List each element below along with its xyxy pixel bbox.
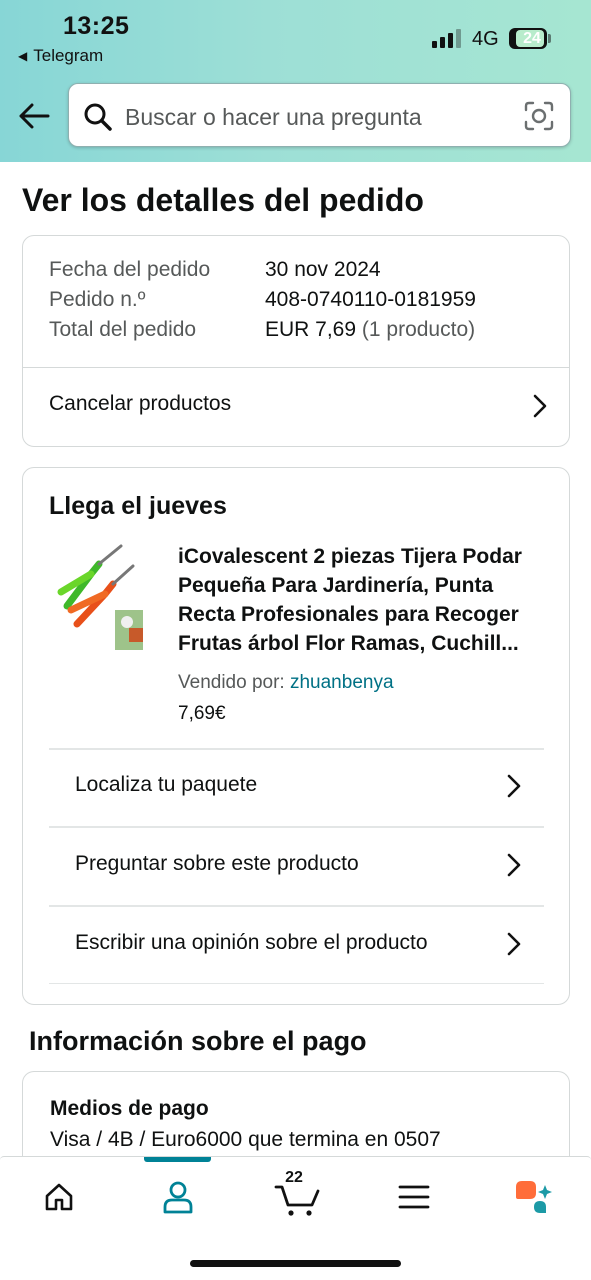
battery-tip: [548, 34, 551, 43]
chevron-right-icon: [507, 932, 521, 956]
home-indicator: [190, 1260, 401, 1267]
chevron-right-icon: [533, 394, 547, 418]
delivery-estimate: Llega el jueves: [49, 492, 227, 520]
seller-info: Vendido por: zhuanbenya: [178, 672, 394, 694]
battery-icon: 24: [509, 28, 547, 49]
order-summary-card: Fecha del pedido 30 nov 2024 Pedido n.º …: [22, 235, 570, 447]
nav-account[interactable]: [148, 1171, 208, 1223]
shipment-card: Llega el jueves iCovalescent 2 piezas Ti…: [22, 467, 570, 1005]
search-input[interactable]: Buscar o hacer una pregunta: [125, 104, 422, 131]
order-total-label: Total del pedido: [49, 318, 197, 341]
search-icon: [84, 103, 112, 131]
status-time: 13:25: [63, 12, 130, 40]
payment-methods-title: Medios de pago: [50, 1097, 209, 1120]
signal-strength-icon: [432, 28, 461, 48]
order-item-count: (1 producto): [361, 318, 476, 341]
app-header: 13:25 ◀ Telegram 4G 24 Buscar o hacer un…: [0, 0, 591, 162]
order-number-label: Pedido n.º: [49, 288, 146, 311]
camera-scan-icon[interactable]: [524, 101, 554, 131]
nav-rufus[interactable]: [502, 1171, 562, 1223]
order-number-value: 408-0740110-0181959: [265, 288, 476, 311]
order-total-value: EUR 7,69: [265, 318, 357, 341]
divider: [49, 983, 544, 984]
product-title-link[interactable]: iCovalescent 2 piezas Tijera Podar Peque…: [178, 542, 548, 658]
cancel-items-link[interactable]: Cancelar productos: [23, 367, 569, 445]
ask-about-product-link[interactable]: Preguntar sobre este producto: [49, 828, 544, 905]
sold-by-label: Vendido por:: [178, 672, 285, 693]
product-price: 7,69€: [178, 703, 226, 724]
product-image[interactable]: [47, 544, 143, 652]
chevron-right-icon: [507, 774, 521, 798]
seller-link[interactable]: zhuanbenya: [290, 672, 394, 693]
menu-icon: [398, 1185, 430, 1209]
back-arrow-icon[interactable]: [16, 98, 52, 134]
write-review-label: Escribir una opinión sobre el producto: [75, 931, 428, 954]
home-icon: [45, 1183, 73, 1211]
back-app-label: Telegram: [33, 46, 104, 65]
nav-home[interactable]: [29, 1171, 89, 1223]
nav-menu[interactable]: [384, 1171, 444, 1223]
account-icon: [163, 1181, 193, 1214]
back-triangle-icon: ◀: [18, 49, 28, 63]
battery-level: 24: [523, 29, 541, 47]
rufus-icon: [516, 1181, 552, 1213]
network-type: 4G: [472, 28, 499, 50]
back-to-app-link[interactable]: ◀ Telegram: [18, 46, 103, 66]
cancel-items-label: Cancelar productos: [49, 392, 232, 415]
order-date-label: Fecha del pedido: [49, 258, 211, 281]
track-package-label: Localiza tu paquete: [75, 773, 258, 796]
cart-count: 22: [285, 1169, 303, 1186]
nav-cart[interactable]: 22: [267, 1169, 327, 1223]
write-review-link[interactable]: Escribir una opinión sobre el producto: [49, 907, 544, 984]
order-date-value: 30 nov 2024: [265, 258, 381, 281]
ask-about-product-label: Preguntar sobre este producto: [75, 852, 359, 875]
payment-section-title: Información sobre el pago: [29, 1026, 367, 1056]
active-tab-indicator: [144, 1157, 211, 1162]
chevron-right-icon: [507, 853, 521, 877]
track-package-link[interactable]: Localiza tu paquete: [49, 749, 544, 826]
order-total-value-wrap: EUR 7,69 (1 producto): [265, 318, 475, 342]
payment-method-value: Visa / 4B / Euro6000 que termina en 0507: [50, 1128, 441, 1151]
search-bar[interactable]: Buscar o hacer una pregunta: [68, 83, 571, 147]
page-title: Ver los detalles del pedido: [22, 182, 424, 218]
